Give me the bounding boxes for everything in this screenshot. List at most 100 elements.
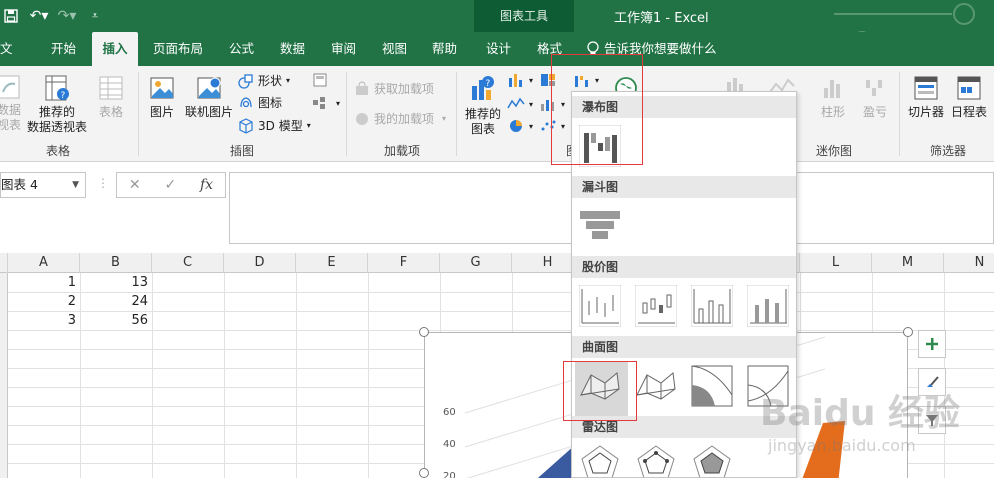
column-header-d[interactable]: D <box>224 253 296 273</box>
insert-function-button[interactable]: fx <box>200 177 213 193</box>
tab-home[interactable]: 开始 <box>51 32 76 66</box>
smartart-button[interactable]: ▾ <box>312 96 340 110</box>
column-header-m[interactable]: M <box>872 253 944 273</box>
get-addins-button[interactable]: 获取加载项 <box>354 80 434 97</box>
formula-bar-grip: ⋮ <box>97 176 109 190</box>
gridline <box>368 273 369 478</box>
radar-icon <box>581 445 619 477</box>
table-button[interactable]: 表格 <box>94 74 128 120</box>
contour-icon <box>691 365 733 407</box>
sparklines-group-label: 迷你图 <box>815 144 852 158</box>
timeline-button[interactable]: 日程表 <box>948 74 990 120</box>
icons-label: 图标 <box>258 96 283 110</box>
column-header-l[interactable]: L <box>800 253 872 273</box>
radar-markers-option[interactable] <box>635 443 677 477</box>
pivot-table-button[interactable]: 数据 视表 <box>0 74 22 133</box>
customize-qat-icon[interactable]: ⩡ <box>84 5 106 27</box>
get-addins-label: 获取加载项 <box>374 82 435 96</box>
column-header-e[interactable]: E <box>296 253 368 273</box>
contour-option[interactable] <box>691 365 733 407</box>
slicer-button[interactable]: 切片器 <box>906 74 946 120</box>
undo-icon[interactable]: ↶▾ <box>28 5 50 27</box>
icons-button[interactable]: 图标 <box>238 94 282 111</box>
slicer-icon <box>914 76 938 100</box>
pictures-button[interactable]: 图片 <box>144 74 180 120</box>
stock-hlc-icon <box>578 284 622 328</box>
sparkline-column-button[interactable]: 柱形 <box>816 74 850 120</box>
tab-data[interactable]: 数据 <box>280 32 305 66</box>
ribbon: 数据 视表 ? 推荐的 数据透视表 表格 表格 图片 联机图片 形状 ▾ 图标 3… <box>0 66 994 162</box>
funnel-chart-option[interactable] <box>579 205 621 247</box>
radar-option[interactable] <box>579 443 621 477</box>
cell-b2[interactable]: 24 <box>80 292 152 311</box>
column-header-c[interactable]: C <box>152 253 224 273</box>
cell-b1[interactable]: 13 <box>80 273 152 292</box>
column-header-g[interactable]: G <box>440 253 512 273</box>
stock-vhlc-option[interactable] <box>690 284 734 328</box>
column-header-f[interactable]: F <box>368 253 440 273</box>
column-header-b[interactable]: B <box>80 253 152 273</box>
online-pictures-button[interactable]: 联机图片 <box>183 74 235 120</box>
line-chart-button[interactable]: ▾ <box>507 96 533 112</box>
filled-radar-option[interactable] <box>691 443 733 477</box>
formula-bar: 图表 4 ▼ ⋮ ✕ ✓ fx <box>0 162 994 252</box>
cell-a1[interactable]: 1 <box>8 273 80 292</box>
column-header-n[interactable]: N <box>944 253 994 273</box>
stock-hlc-option[interactable] <box>578 284 622 328</box>
winloss-sparkline-icon <box>866 80 882 96</box>
tab-file[interactable]: 文件 <box>0 32 22 90</box>
y-tick-label: 60 <box>443 407 456 418</box>
name-box[interactable]: 图表 4 ▼ <box>0 172 86 198</box>
model-3d-button[interactable]: 3D 模型 ▾ <box>238 117 311 134</box>
tab-review[interactable]: 审阅 <box>331 32 356 66</box>
stock-vohlc-option[interactable] <box>746 284 790 328</box>
cell-a2[interactable]: 2 <box>8 292 80 311</box>
cell-a3[interactable]: 3 <box>8 311 80 330</box>
select-all-corner[interactable] <box>0 253 8 273</box>
my-addins-button[interactable]: 我的加载项 ▾ <box>354 110 446 127</box>
tab-view[interactable]: 视图 <box>382 32 407 66</box>
recommended-charts-button[interactable]: ? 推荐的 图表 <box>461 74 505 137</box>
resize-handle[interactable] <box>419 327 429 337</box>
svg-text:?: ? <box>486 79 491 89</box>
gridline <box>296 273 297 478</box>
timeline-label: 日程表 <box>950 105 987 119</box>
line-chart-icon <box>507 97 525 109</box>
addin-puzzle-icon <box>356 112 368 125</box>
tab-help[interactable]: 帮助 <box>432 32 457 66</box>
section-header-funnel: 漏斗图 <box>572 176 796 198</box>
svg-text:?: ? <box>61 91 66 101</box>
pie-chart-button[interactable]: ▾ <box>507 118 533 134</box>
chevron-down-icon[interactable]: ▼ <box>72 173 79 197</box>
recommended-pivot-icon: ? <box>45 75 69 101</box>
row-headers[interactable] <box>0 273 8 478</box>
chart-elements-button[interactable] <box>918 330 946 358</box>
timeline-icon <box>957 76 981 100</box>
column-headers: A B C D E F G H I J K L M N <box>0 253 994 273</box>
radar-markers-icon <box>637 445 675 477</box>
screenshot-button[interactable] <box>312 72 328 88</box>
illustrations-group-label: 插图 <box>229 144 254 158</box>
sparkline-winloss-button[interactable]: 盈亏 <box>858 74 892 120</box>
tab-insert[interactable]: 插入 <box>92 32 138 66</box>
wireframe-surface-option[interactable] <box>635 365 677 407</box>
pictures-label: 图片 <box>149 105 174 119</box>
stock-ohlc-option[interactable] <box>634 284 678 328</box>
recommended-pivot-label: 推荐的 数据透视表 <box>26 105 87 134</box>
redo-icon[interactable]: ↷▾ <box>56 5 78 27</box>
tab-design[interactable]: 设计 <box>486 32 511 66</box>
save-icon[interactable] <box>0 5 22 27</box>
tab-page-layout[interactable]: 页面布局 <box>153 32 203 66</box>
recommended-pivot-button[interactable]: ? 推荐的 数据透视表 <box>26 74 88 135</box>
resize-handle[interactable] <box>419 468 429 478</box>
tab-formulas[interactable]: 公式 <box>229 32 254 66</box>
sparkline-winloss-label: 盈亏 <box>862 105 887 119</box>
shapes-button[interactable]: 形状 ▾ <box>238 72 290 89</box>
cell-b3[interactable]: 56 <box>80 311 152 330</box>
column-chart-button[interactable]: ▾ <box>507 72 533 88</box>
cancel-icon[interactable]: ✕ <box>129 177 141 193</box>
resize-handle[interactable] <box>903 327 913 337</box>
confirm-icon[interactable]: ✓ <box>164 177 176 193</box>
gridline <box>152 273 153 478</box>
column-header-a[interactable]: A <box>8 253 80 273</box>
